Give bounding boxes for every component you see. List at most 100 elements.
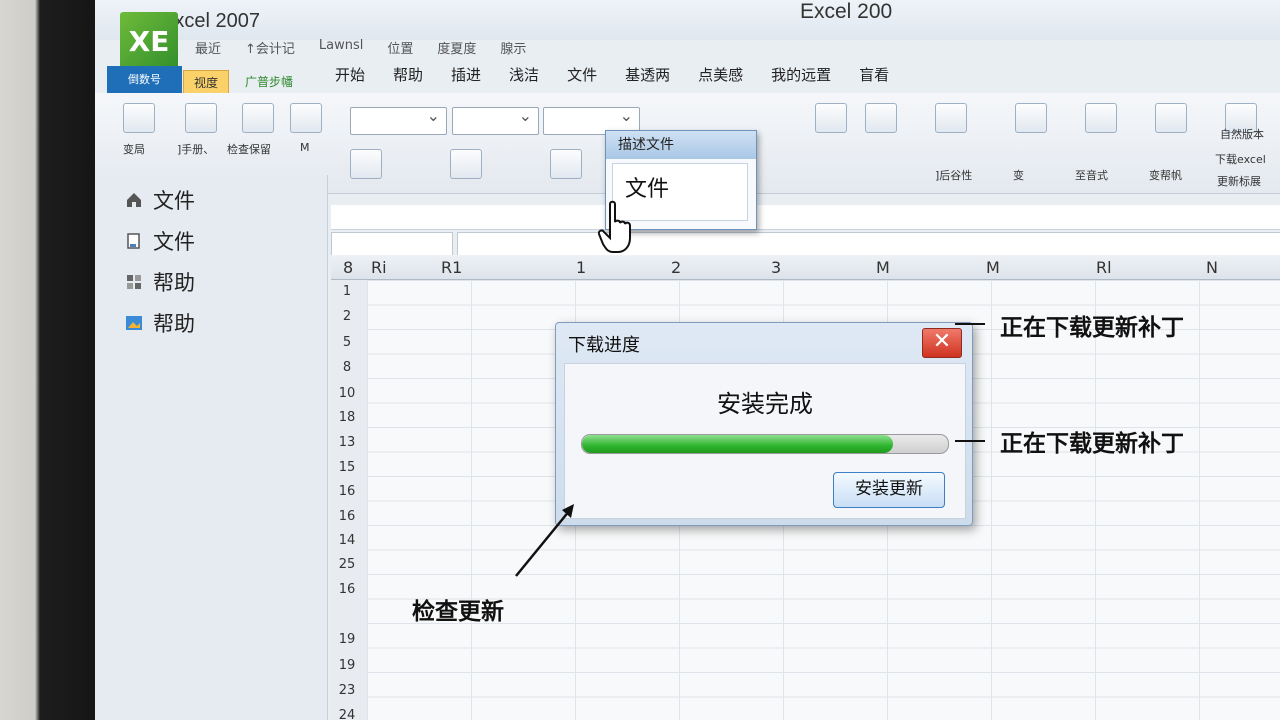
row-label[interactable]: 5 [331, 335, 363, 350]
popup-title: 描述文件 [606, 131, 756, 159]
column-label[interactable]: 3 [771, 258, 781, 277]
tab-view[interactable]: 视度 [183, 70, 230, 95]
column-header: 8 Ri R1 1 2 3 M M Rl N [331, 255, 1280, 280]
ribbon-button[interactable] [1155, 103, 1187, 133]
menu-item[interactable]: 点美感 [698, 64, 743, 85]
row-label[interactable]: 16 [331, 484, 363, 499]
callout-bottom-left: 检查更新 [412, 599, 504, 625]
sidebar: 文件 文件 帮助 帮助 [95, 175, 328, 720]
ribbon-button[interactable] [242, 103, 274, 133]
sidebar-item-label: 帮助 [153, 312, 195, 336]
ribbon-label: M [300, 141, 310, 154]
progress-fill [582, 435, 894, 453]
ribbon-button[interactable] [123, 103, 155, 133]
column-label[interactable]: 8 [343, 258, 353, 277]
font-combo[interactable] [350, 106, 447, 135]
sidebar-item-file[interactable]: 文件 [125, 185, 195, 215]
size-combo[interactable] [452, 106, 539, 135]
row-label[interactable]: 16 [331, 509, 363, 524]
sidebar-item-label: 文件 [153, 230, 195, 254]
quick-access-toolbar: 最近 ↑会计记 Lawnsl 位置 度夏度 腺示 [195, 38, 526, 57]
callout-line [955, 440, 985, 442]
menu-item[interactable]: 插进 [451, 64, 481, 85]
arrow-icon [515, 504, 574, 577]
menu-item[interactable]: 帮助 [393, 64, 423, 85]
ribbon-button[interactable] [450, 149, 482, 179]
row-label[interactable]: 16 [331, 582, 363, 597]
row-label[interactable]: 24 [331, 708, 363, 720]
row-label[interactable]: 13 [331, 435, 363, 450]
ribbon-label: 更新标展 [1217, 175, 1261, 188]
row-label[interactable]: 15 [331, 460, 363, 475]
excel-logo-icon[interactable]: XE [120, 12, 178, 74]
column-label[interactable]: Rl [1096, 258, 1112, 277]
callout-top-right-1: 正在下载更新补丁 [1000, 315, 1184, 341]
menu-item[interactable]: 浅洁 [509, 64, 539, 85]
close-button[interactable]: ✕ [922, 328, 962, 358]
row-label[interactable]: 14 [331, 533, 363, 548]
install-status: 安装完成 [717, 390, 813, 418]
ribbon-button[interactable] [935, 103, 967, 133]
quick-item[interactable]: 度夏度 [437, 38, 476, 57]
monitor-bezel [0, 0, 100, 720]
row-label[interactable]: 18 [331, 410, 363, 425]
quick-item[interactable]: 最近 [195, 38, 221, 57]
row-label[interactable]: 2 [331, 309, 363, 324]
app-menu-button[interactable]: 倒数号 [107, 66, 182, 94]
column-label[interactable]: M [876, 258, 890, 277]
column-label[interactable]: Ri [371, 258, 387, 277]
ribbon-button[interactable] [290, 103, 322, 133]
excel-window: Excel 2007 Excel 200 XE 倒数号 最近 ↑会计记 Lawn… [95, 0, 1280, 720]
ribbon-label: 变 [1013, 169, 1024, 182]
progress-bar [581, 434, 949, 454]
dialog-body: 安装完成 安装更新 [564, 363, 966, 519]
menu-item[interactable]: 我的远置 [771, 64, 831, 85]
sidebar-item-label: 帮助 [153, 271, 195, 295]
row-label[interactable]: 19 [331, 632, 363, 647]
column-label[interactable]: 2 [671, 258, 681, 277]
left-tabs: 视度 广普步幡 [183, 70, 303, 95]
menu-item[interactable]: 盲看 [859, 64, 889, 85]
ribbon-button[interactable] [1085, 103, 1117, 133]
ribbon-button[interactable] [550, 149, 582, 179]
image-help-icon [126, 316, 142, 330]
ribbon-label: 下载excel [1215, 153, 1266, 166]
sidebar-item-help[interactable]: 帮助 [125, 267, 195, 297]
toolbar-strip [331, 205, 1280, 230]
ribbon-label: 至音式 [1075, 169, 1108, 182]
ribbon-label: ]手册、 [177, 143, 215, 156]
menu-bar: 开始 帮助 插进 浅洁 文件 基透两 点美感 我的远置 盲看 [335, 64, 889, 85]
sidebar-item-file-2[interactable]: 文件 [125, 226, 195, 256]
quick-item[interactable]: 腺示 [500, 38, 526, 57]
row-label[interactable]: 19 [331, 658, 363, 673]
sidebar-item-help-2[interactable]: 帮助 [125, 308, 195, 338]
quick-item[interactable]: ↑会计记 [245, 38, 295, 57]
column-label[interactable]: M [986, 258, 1000, 277]
home-icon [127, 193, 141, 207]
column-label[interactable]: R1 [441, 258, 462, 277]
name-box[interactable] [331, 232, 453, 256]
column-label[interactable]: 1 [576, 258, 586, 277]
tab-broadcast[interactable]: 广普步幡 [235, 70, 303, 95]
menu-item[interactable]: 开始 [335, 64, 365, 85]
row-label[interactable]: 10 [331, 386, 363, 401]
column-label[interactable]: N [1206, 258, 1218, 277]
ribbon-button[interactable] [815, 103, 847, 133]
row-label[interactable]: 8 [331, 360, 363, 375]
menu-item[interactable]: 基透两 [625, 64, 670, 85]
formula-bar[interactable] [457, 232, 1280, 256]
install-update-button[interactable]: 安装更新 [833, 472, 945, 508]
sidebar-item-label: 文件 [153, 189, 195, 213]
menu-item[interactable]: 文件 [567, 64, 597, 85]
row-label[interactable]: 25 [331, 557, 363, 572]
callout-top-right-2: 正在下载更新补丁 [1000, 431, 1184, 457]
row-label[interactable]: 23 [331, 683, 363, 698]
ribbon-button[interactable] [185, 103, 217, 133]
quick-item[interactable]: 位置 [387, 38, 413, 57]
ribbon-button[interactable] [865, 103, 897, 133]
row-label[interactable]: 1 [331, 284, 363, 299]
ribbon-label: ]后谷性 [935, 169, 973, 182]
quick-item[interactable]: Lawnsl [319, 38, 363, 57]
ribbon-button[interactable] [1015, 103, 1047, 133]
ribbon-button[interactable] [350, 149, 382, 179]
